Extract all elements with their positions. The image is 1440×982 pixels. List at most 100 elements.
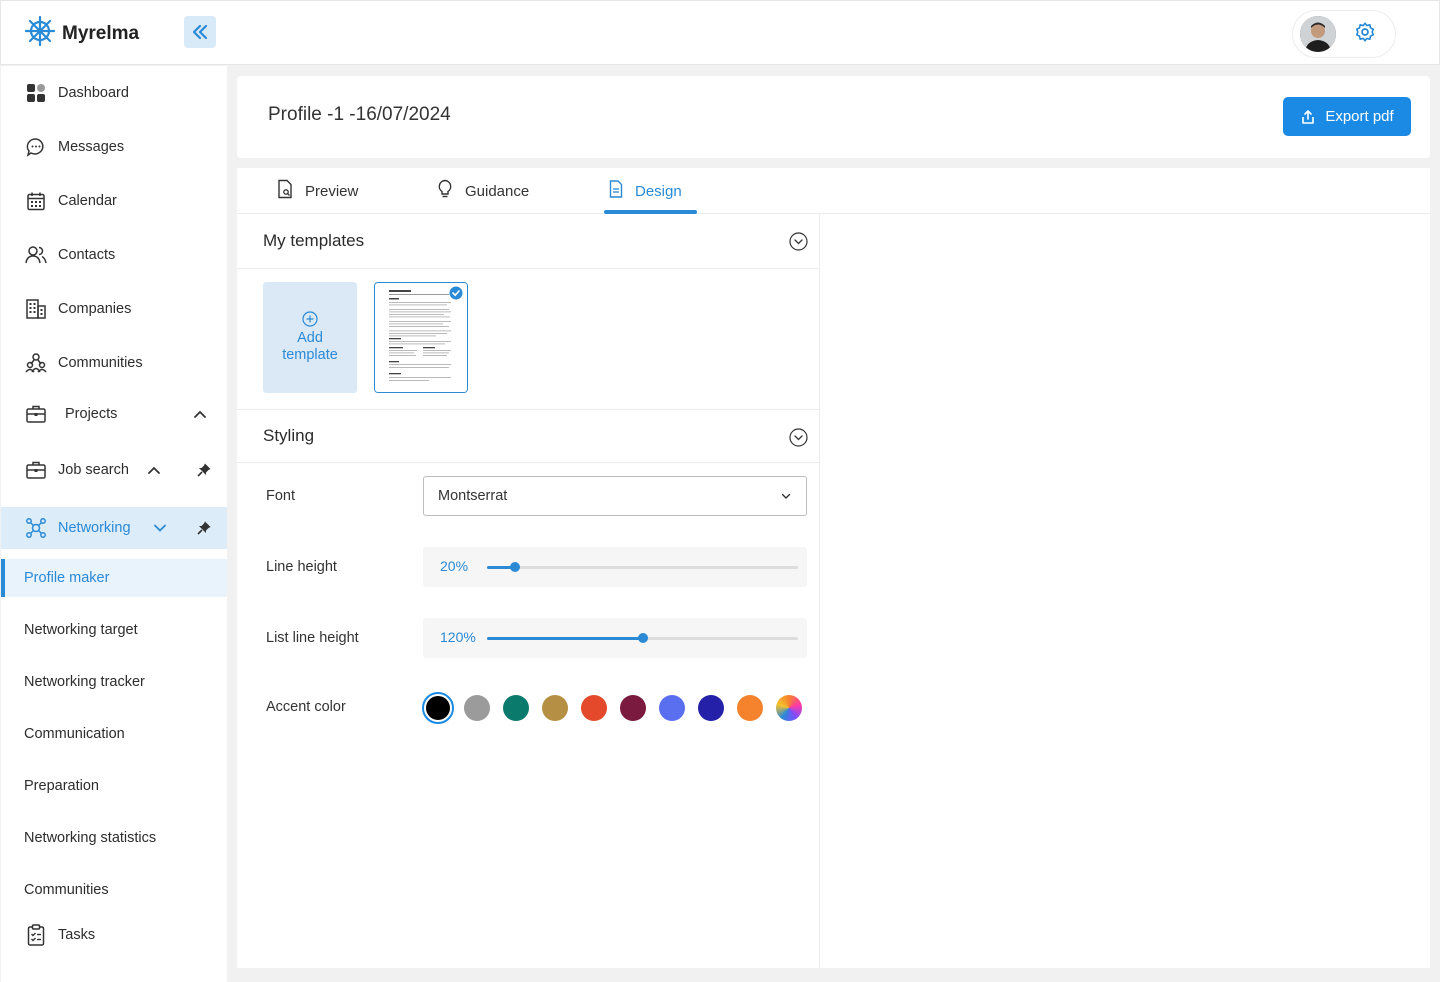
sidebar-item-projects[interactable]: Projects: [1, 399, 227, 429]
font-select[interactable]: Montserrat: [423, 476, 807, 516]
chevron-up-icon[interactable]: [147, 463, 161, 481]
templates-section-header[interactable]: My templates: [237, 214, 820, 269]
design-panel: My templates Add template Styling Font M…: [237, 214, 820, 968]
page-header: Profile -1 -16/07/2024 Export pdf: [237, 76, 1430, 158]
app-name: Myrelma: [62, 22, 140, 44]
sidebar-item-label: Job search: [58, 462, 129, 478]
sidebar-item-label: Dashboard: [58, 85, 129, 101]
export-pdf-button[interactable]: Export pdf: [1283, 97, 1411, 136]
sidebar-subitem-communities[interactable]: Communities: [1, 875, 227, 905]
sidebar-subitem-preparation[interactable]: Preparation: [1, 771, 227, 801]
slider-track[interactable]: [487, 633, 798, 643]
sidebar-item-contacts[interactable]: Contacts: [1, 240, 227, 270]
slider-handle[interactable]: [637, 633, 648, 643]
add-template-label: template: [282, 347, 338, 363]
tab-label: Preview: [305, 182, 359, 200]
sidebar-item-label: Tasks: [58, 927, 96, 943]
check-circle-icon: [449, 286, 463, 305]
add-template-label: Add: [297, 330, 323, 346]
chevron-up-icon[interactable]: [193, 407, 207, 425]
accent-color-swatch[interactable]: [776, 695, 802, 721]
sidebar-item-dashboard[interactable]: Dashboard: [1, 78, 227, 108]
ship-wheel-icon: [24, 15, 56, 52]
tab-label: Guidance: [465, 182, 530, 200]
sidebar-subitem-networking-tracker[interactable]: Networking tracker: [1, 667, 227, 697]
accent-color-swatch[interactable]: [620, 695, 646, 721]
accent-color-swatch[interactable]: [659, 695, 685, 721]
sidebar-item-messages[interactable]: Messages: [1, 132, 227, 162]
chevron-circle-down-icon[interactable]: [789, 232, 808, 256]
sidebar-item-label: Companies: [58, 301, 132, 317]
clipboard-check-icon: [25, 924, 47, 946]
slider-handle[interactable]: [509, 562, 520, 572]
tab-bar: Preview Guidance Design: [237, 168, 1430, 214]
sidebar-subitem-networking-target[interactable]: Networking target: [1, 615, 227, 645]
slider-fill: [487, 637, 643, 640]
accent-color-swatch[interactable]: [542, 695, 568, 721]
avatar[interactable]: [1300, 16, 1336, 52]
collapse-sidebar-button[interactable]: [184, 16, 216, 48]
accent-color-swatch[interactable]: [464, 695, 490, 721]
accent-color-swatch[interactable]: [698, 695, 724, 721]
sidebar-item-label: Communities: [58, 355, 143, 371]
top-bar: Myrelma: [0, 0, 1440, 65]
list-line-height-slider[interactable]: 120%: [423, 618, 807, 658]
app-logo[interactable]: Myrelma: [24, 15, 139, 52]
accent-color-swatch[interactable]: [737, 695, 763, 721]
pin-icon[interactable]: [196, 462, 212, 482]
briefcase-icon: [25, 403, 47, 425]
tab-preview[interactable]: Preview: [277, 168, 358, 214]
sidebar-item-networking[interactable]: Networking: [1, 507, 227, 549]
section-title: Styling: [263, 426, 315, 445]
sidebar-item-communities[interactable]: Communities: [1, 348, 227, 378]
settings-gear-icon[interactable]: [1354, 21, 1376, 48]
accent-color-label: Accent color: [266, 699, 346, 715]
chevron-down-icon: [780, 490, 792, 506]
slider-track[interactable]: [487, 562, 798, 572]
slider-value: 120%: [440, 629, 476, 645]
sidebar-item-label: Projects: [65, 406, 118, 422]
accent-color-swatch[interactable]: [503, 695, 529, 721]
sidebar-item-companies[interactable]: Companies: [1, 294, 227, 324]
section-title: My templates: [263, 231, 365, 250]
sidebar-subitem-profile-maker[interactable]: Profile maker: [1, 559, 227, 597]
styling-section-header[interactable]: Styling: [237, 409, 820, 463]
sidebar-subitem-networking-statistics[interactable]: Networking statistics: [1, 823, 227, 853]
upload-icon: [1302, 109, 1315, 124]
user-menu: [1292, 10, 1396, 58]
document-icon: [609, 180, 623, 202]
sidebar: Dashboard Messages Calendar Contacts Com…: [1, 66, 227, 982]
sidebar-item-job-search[interactable]: Job search: [1, 455, 227, 485]
sidebar-item-label: Calendar: [58, 193, 117, 209]
font-select-value: Montserrat: [438, 488, 508, 504]
sidebar-item-label: Contacts: [58, 247, 116, 263]
template-preview-area: [821, 214, 1430, 968]
sidebar-item-tasks[interactable]: Tasks: [1, 920, 227, 950]
double-chevron-left-icon: [192, 24, 208, 40]
sidebar-subitem-communication[interactable]: Communication: [1, 719, 227, 749]
add-template-button[interactable]: Add template: [263, 282, 357, 393]
lightbulb-icon: [437, 179, 453, 203]
chevron-down-icon[interactable]: [153, 521, 167, 539]
export-pdf-label: Export pdf: [1325, 108, 1394, 125]
tab-design[interactable]: Design: [609, 168, 682, 214]
template-thumbnail[interactable]: [374, 282, 468, 393]
tab-guidance[interactable]: Guidance: [437, 168, 529, 214]
network-icon: [25, 517, 47, 539]
chevron-circle-down-icon[interactable]: [789, 428, 808, 452]
slider-value: 20%: [440, 558, 469, 574]
briefcase-icon: [25, 459, 47, 481]
sidebar-item-calendar[interactable]: Calendar: [1, 186, 227, 216]
accent-color-swatch[interactable]: [581, 695, 607, 721]
file-preview-icon: [277, 179, 293, 203]
accent-color-swatch[interactable]: [422, 692, 454, 724]
main-content: Preview Guidance Design My templates Add…: [237, 168, 1430, 968]
sidebar-item-label: Messages: [58, 139, 125, 155]
plus-circle-icon: [302, 311, 318, 327]
calendar-icon: [25, 190, 47, 212]
pin-icon[interactable]: [196, 520, 212, 540]
line-height-slider[interactable]: 20%: [423, 547, 807, 587]
dashboard-icon: [25, 82, 47, 104]
sidebar-item-label: Networking: [58, 520, 131, 536]
contacts-icon: [25, 244, 47, 266]
